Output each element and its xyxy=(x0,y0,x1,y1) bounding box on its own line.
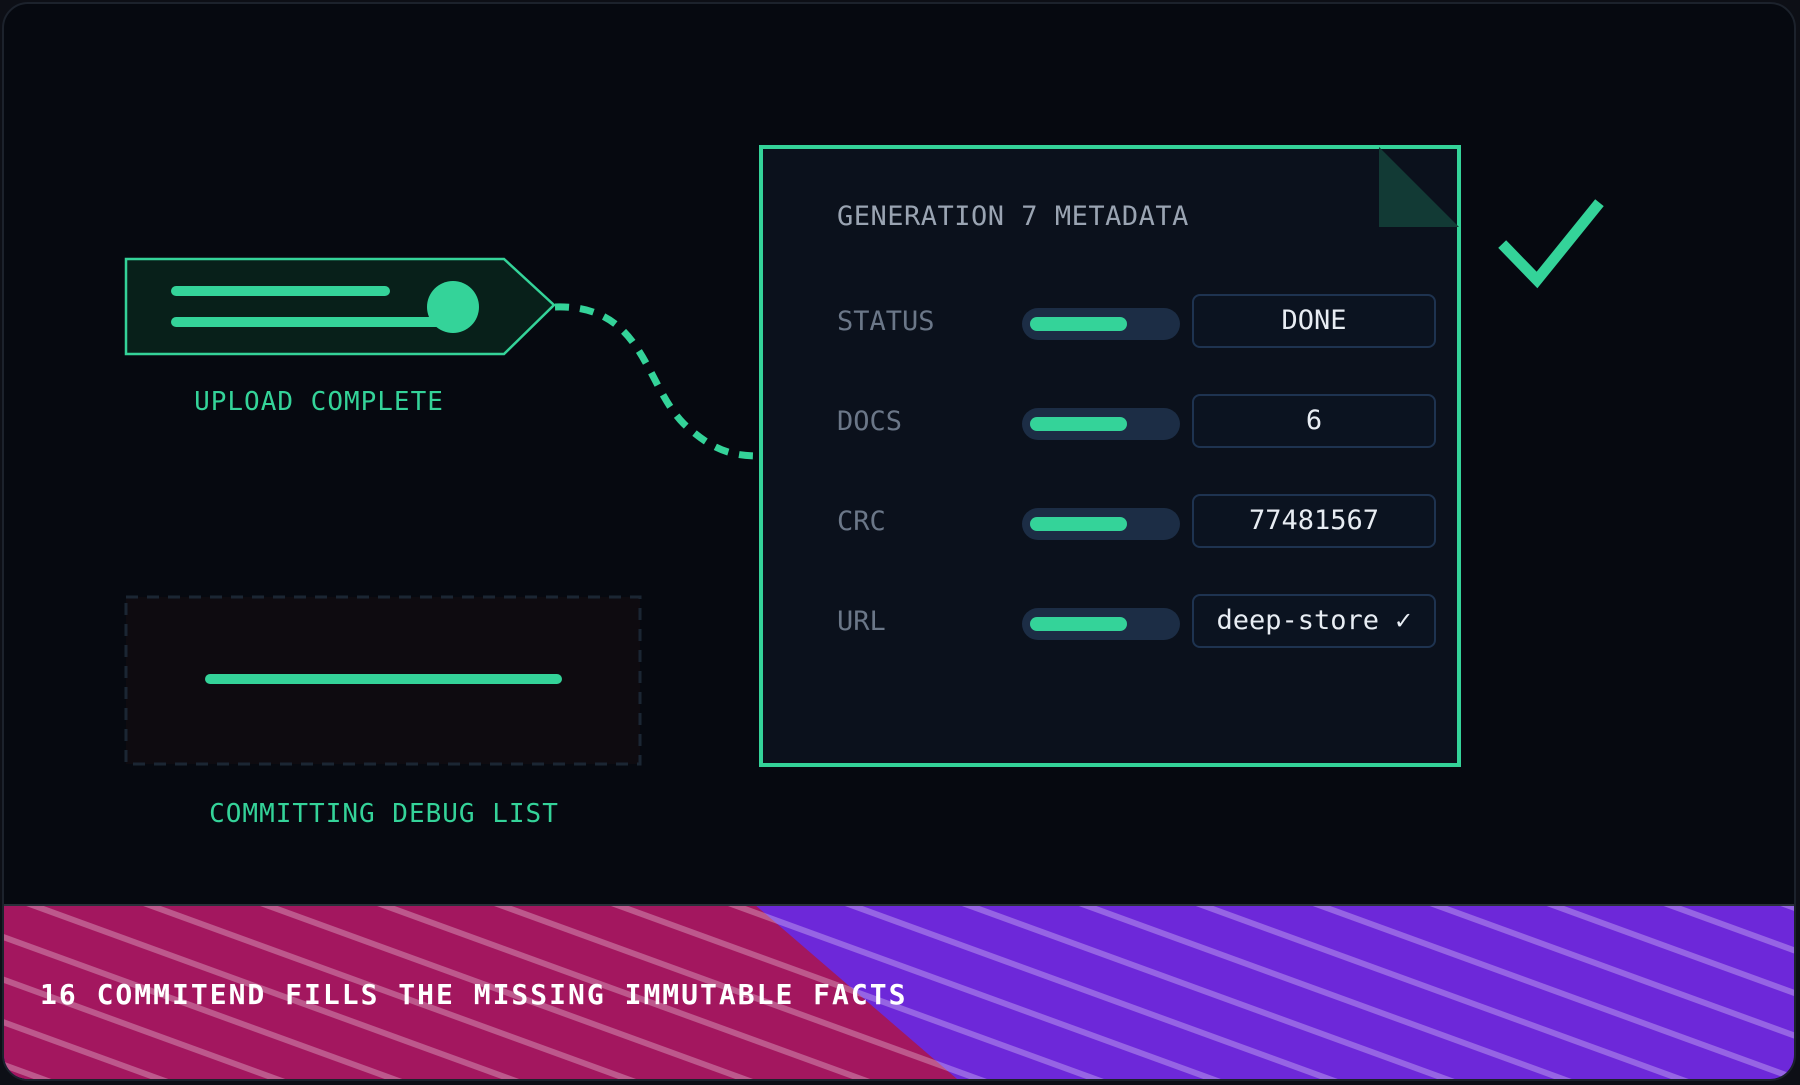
row-progress-fill xyxy=(1030,317,1127,331)
upload-tag xyxy=(124,257,556,356)
row-value: DONE xyxy=(1192,294,1436,348)
upload-complete-label: UPLOAD COMPLETE xyxy=(194,387,444,417)
row-value: deep-store ✓ xyxy=(1192,594,1436,648)
row-progress-bar xyxy=(1022,408,1180,440)
metadata-title: GENERATION 7 METADATA xyxy=(837,201,1189,232)
checkmark-icon xyxy=(1498,199,1604,289)
metadata-panel: GENERATION 7 METADATA STATUS DONE DOCS 6… xyxy=(759,145,1461,767)
folded-corner-icon xyxy=(1379,147,1459,227)
app-frame: UPLOAD COMPLETE COMMITTING DEBUG LIST GE… xyxy=(2,2,1796,1081)
row-label: DOCS xyxy=(837,406,903,437)
row-progress-fill xyxy=(1030,517,1127,531)
debug-list-label: COMMITTING DEBUG LIST xyxy=(209,799,559,829)
metadata-row-crc: CRC 77481567 xyxy=(837,494,1437,550)
metadata-row-docs: DOCS 6 xyxy=(837,394,1437,450)
debug-list-box xyxy=(124,595,642,766)
row-label: STATUS xyxy=(837,306,935,337)
upload-node-dot xyxy=(427,281,479,333)
row-progress-fill xyxy=(1030,417,1127,431)
banner-caption: 16 COMMITEND FILLS THE MISSING IMMUTABLE… xyxy=(40,978,908,1011)
row-progress-bar xyxy=(1022,308,1180,340)
metadata-row-url: URL deep-store ✓ xyxy=(837,594,1437,650)
connector-line xyxy=(554,303,761,460)
row-progress-bar xyxy=(1022,508,1180,540)
row-progress-bar xyxy=(1022,608,1180,640)
row-value: 6 xyxy=(1192,394,1436,448)
row-progress-fill xyxy=(1030,617,1127,631)
row-value: 77481567 xyxy=(1192,494,1436,548)
row-label: CRC xyxy=(837,506,886,537)
metadata-row-status: STATUS DONE xyxy=(837,294,1437,350)
row-label: URL xyxy=(837,606,886,637)
